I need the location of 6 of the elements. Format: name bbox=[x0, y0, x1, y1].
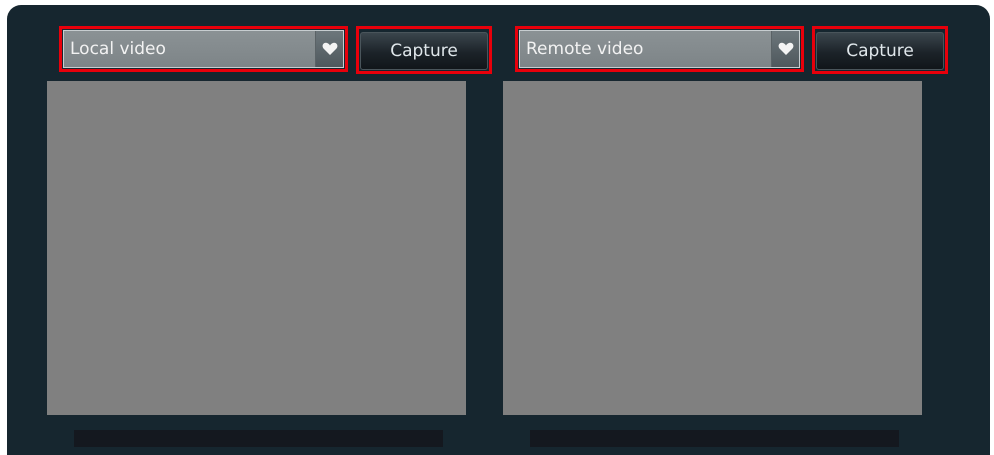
heart-icon bbox=[322, 42, 338, 56]
capture-button[interactable]: Capture bbox=[816, 32, 944, 70]
dropdown-value: Remote video bbox=[525, 38, 644, 61]
heart-icon bbox=[778, 42, 794, 56]
dropdown-value: Local video bbox=[69, 38, 167, 61]
capture-button[interactable]: Capture bbox=[360, 32, 488, 70]
